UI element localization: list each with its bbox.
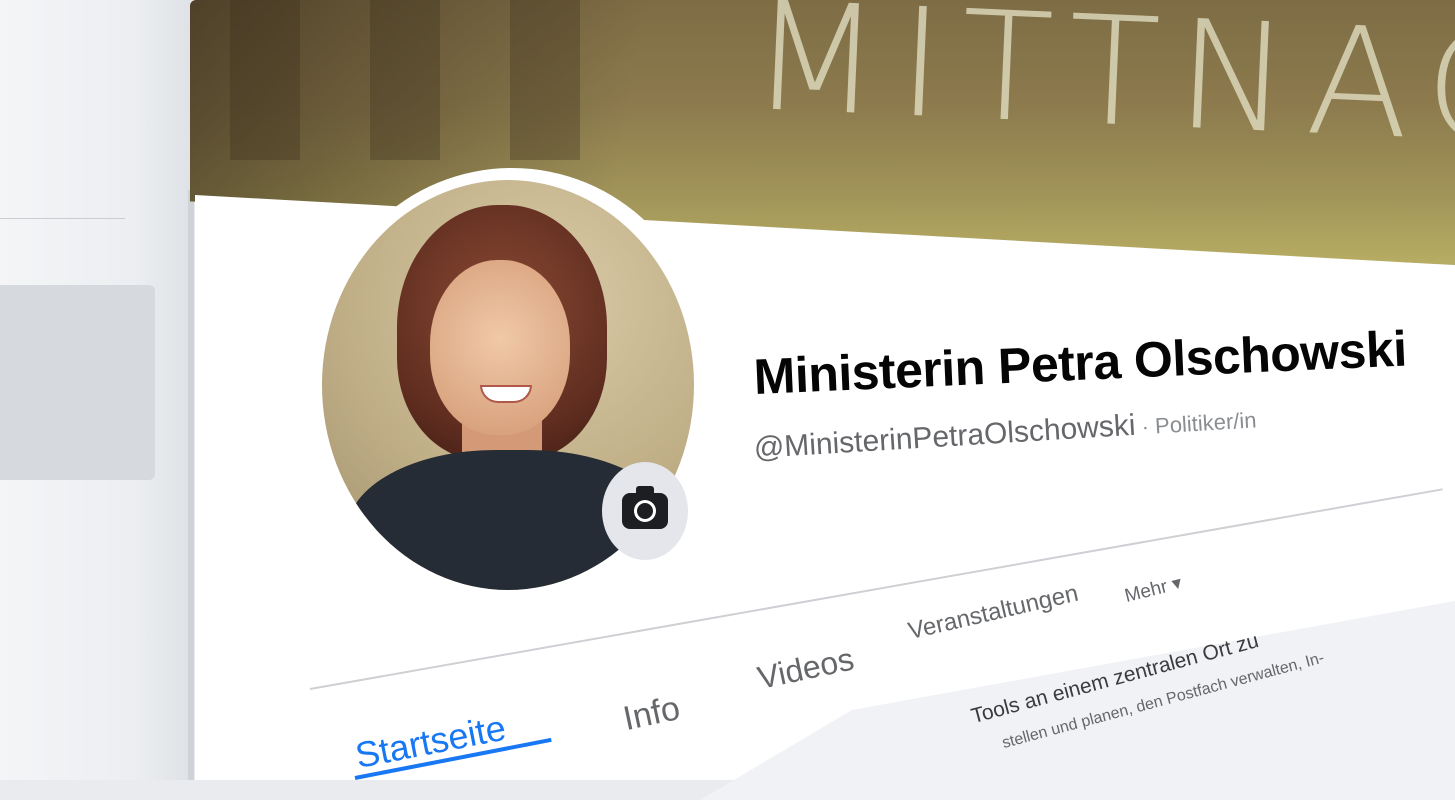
cover-window <box>230 0 300 160</box>
update-profile-picture-button[interactable] <box>602 462 688 560</box>
camera-icon <box>622 486 668 529</box>
cover-window <box>370 0 440 160</box>
profile-category: · Politiker/in <box>1134 407 1258 440</box>
sidebar-panel[interactable] <box>0 285 155 480</box>
cover-window <box>510 0 580 160</box>
sidebar-divider <box>0 218 125 219</box>
sidebar-edge <box>188 190 194 780</box>
left-sidebar <box>0 0 194 780</box>
cover-building-lettering: MITTNACHTE <box>747 0 1455 195</box>
avatar-face <box>430 260 570 435</box>
